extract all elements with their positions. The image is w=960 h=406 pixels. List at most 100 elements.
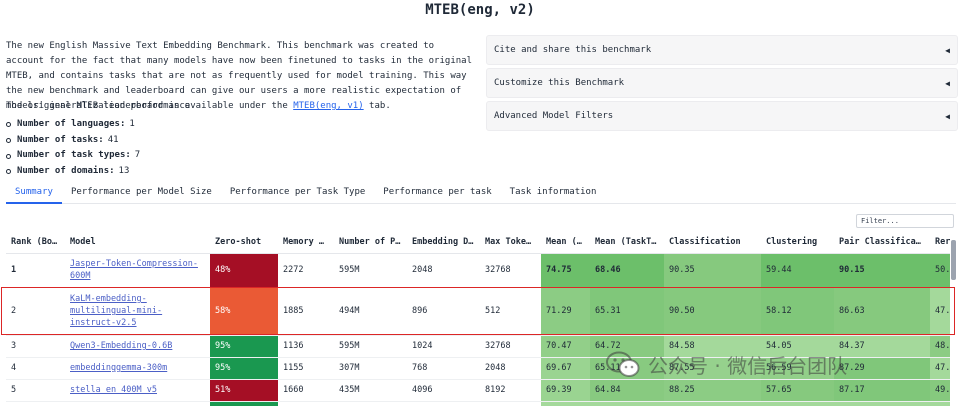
cell-pair-classification: 87.29: [834, 357, 930, 380]
cell-memory: 1885: [278, 287, 334, 336]
cell-zero-shot: 58%: [210, 287, 278, 336]
table-row: [6, 401, 950, 406]
collapse-arrow-icon: ◀: [945, 45, 950, 55]
cell-model: KaLM-embedding-multilingual-mini-instruc…: [65, 287, 210, 336]
cell-embedding-dim: 768: [407, 357, 480, 380]
cell-zero-shot: 95%: [210, 357, 278, 380]
cell-params: 494M: [334, 287, 407, 336]
cell-clustering: 58.12: [761, 287, 834, 336]
col-header-max-tokens[interactable]: Max Tokens: [480, 232, 541, 254]
model-link[interactable]: embeddinggemma-300m: [70, 363, 167, 373]
accordion-cite-share[interactable]: Cite and share this benchmark ◀: [486, 35, 958, 65]
cell-zero-shot: 51%: [210, 379, 278, 402]
col-header-mean-task[interactable]: Mean (T…: [541, 232, 590, 254]
model-link[interactable]: Jasper-Token-Compression-600M: [70, 259, 198, 281]
table-scrollbar[interactable]: [951, 240, 956, 280]
table-row: 2 KaLM-embedding-multilingual-mini-instr…: [6, 287, 950, 336]
cell-pair-classification: 87.17: [834, 379, 930, 402]
cell-params: [334, 401, 407, 406]
orig-suffix: tab.: [363, 101, 391, 111]
leaderboard-table: Rank (Bor… Model Zero-shot Memory U… Num…: [6, 232, 950, 406]
col-header-memory[interactable]: Memory U…: [278, 232, 334, 254]
cell-mean-type: 65.31: [590, 287, 664, 336]
table-row: 1 Jasper-Token-Compression-600M 48% 2272…: [6, 253, 950, 288]
cell-model: stella_en_400M_v5: [65, 379, 210, 402]
cell-rank: 1: [6, 253, 65, 288]
table-header-row: Rank (Bor… Model Zero-shot Memory U… Num…: [6, 232, 950, 254]
orig-prefix: The original MTEB leaderboard is availab…: [6, 101, 294, 111]
cell-mean-task: 74.75: [541, 253, 590, 288]
stat-domains: Number of domains: 13: [6, 164, 140, 180]
benchmark-stats: Number of languages: 1 Number of tasks: 41…: [6, 117, 140, 180]
cell-rank: [6, 401, 65, 406]
collapse-arrow-icon: ◀: [945, 78, 950, 88]
cell-classification: 90.35: [664, 253, 761, 288]
cell-mean-type: 68.46: [590, 253, 664, 288]
watermark: 公众号 · 微信后台团队: [606, 350, 847, 379]
cell-model: [65, 401, 210, 406]
cell-zero-shot: 95%: [210, 335, 278, 358]
cell-pair-classification: 90.15: [834, 253, 930, 288]
cell-rank: 2: [6, 287, 65, 336]
cell-pair-classification: [834, 401, 930, 406]
cell-memory: 1155: [278, 357, 334, 380]
cell-mean-task: 69.67: [541, 357, 590, 380]
cell-memory: 1660: [278, 379, 334, 402]
cell-clustering: 57.65: [761, 379, 834, 402]
cell-max-tokens: 32768: [480, 253, 541, 288]
tab-performance-per-model-size[interactable]: Performance per Model Size: [62, 184, 221, 204]
col-header-zero-shot[interactable]: Zero-shot: [210, 232, 278, 254]
model-link[interactable]: stella_en_400M_v5: [70, 385, 157, 395]
watermark-text: 公众号 · 微信后台团队: [648, 354, 848, 378]
col-header-model[interactable]: Model: [65, 232, 210, 254]
filter-input[interactable]: Filter...: [856, 214, 954, 228]
cell-mean-type: 64.84: [590, 379, 664, 402]
stat-languages: Number of languages: 1: [6, 117, 140, 133]
cell-mean-type: [590, 401, 664, 406]
col-header-mean-type[interactable]: Mean (TaskT…: [590, 232, 664, 254]
cell-model: Jasper-Token-Compression-600M: [65, 253, 210, 288]
page-title: MTEB(eng, v2): [425, 2, 535, 18]
col-header-params[interactable]: Number of P…: [334, 232, 407, 254]
col-header-embedding-dim[interactable]: Embedding D…: [407, 232, 480, 254]
table-row: 5 stella_en_400M_v5 51% 1660 435M 4096 8…: [6, 379, 950, 402]
cell-classification: 88.25: [664, 379, 761, 402]
accordion-advanced-filters[interactable]: Advanced Model Filters ◀: [486, 101, 958, 131]
wechat-logo-icon: [606, 351, 640, 377]
accordion-customize[interactable]: Customize this Benchmark ◀: [486, 68, 958, 98]
col-header-reranking[interactable]: Rer: [930, 232, 950, 254]
col-header-rank[interactable]: Rank (Bor…: [6, 232, 65, 254]
tab-performance-per-task-type[interactable]: Performance per Task Type: [221, 184, 374, 204]
stat-task-types: Number of task types: 7: [6, 148, 140, 164]
model-link[interactable]: KaLM-embedding-multilingual-mini-instruc…: [70, 294, 162, 328]
col-header-pair-classification[interactable]: Pair Classificat…: [834, 232, 930, 254]
cell-reranking: 48.: [930, 335, 950, 358]
accordion-panel: Cite and share this benchmark ◀ Customize…: [486, 35, 958, 134]
cell-max-tokens: 512: [480, 287, 541, 336]
cell-model: embeddinggemma-300m: [65, 357, 210, 380]
tab-summary[interactable]: Summary: [6, 184, 62, 204]
col-header-classification[interactable]: Classification: [664, 232, 761, 254]
cell-mean-task: 69.39: [541, 379, 590, 402]
cell-classification: 90.50: [664, 287, 761, 336]
cell-rank: 4: [6, 357, 65, 380]
collapse-arrow-icon: ◀: [945, 111, 950, 121]
mteb-v1-link[interactable]: MTEB(eng, v1): [293, 101, 363, 111]
cell-zero-shot: 48%: [210, 253, 278, 288]
cell-reranking: 50.: [930, 253, 950, 288]
cell-clustering: 59.44: [761, 253, 834, 288]
bullet-icon: [6, 138, 11, 144]
cell-memory: [278, 401, 334, 406]
cell-reranking: 47.: [930, 357, 950, 380]
tab-task-information[interactable]: Task information: [501, 184, 606, 204]
bullet-icon: [6, 169, 11, 175]
model-link[interactable]: Qwen3-Embedding-0.6B: [70, 341, 172, 351]
cell-classification: [664, 401, 761, 406]
tab-performance-per-task[interactable]: Performance per task: [374, 184, 500, 204]
cell-embedding-dim: 2048: [407, 253, 480, 288]
cell-reranking: [930, 401, 950, 406]
cell-mean-task: 71.29: [541, 287, 590, 336]
cell-rank: 5: [6, 379, 65, 402]
col-header-clustering[interactable]: Clustering: [761, 232, 834, 254]
cell-embedding-dim: [407, 401, 480, 406]
